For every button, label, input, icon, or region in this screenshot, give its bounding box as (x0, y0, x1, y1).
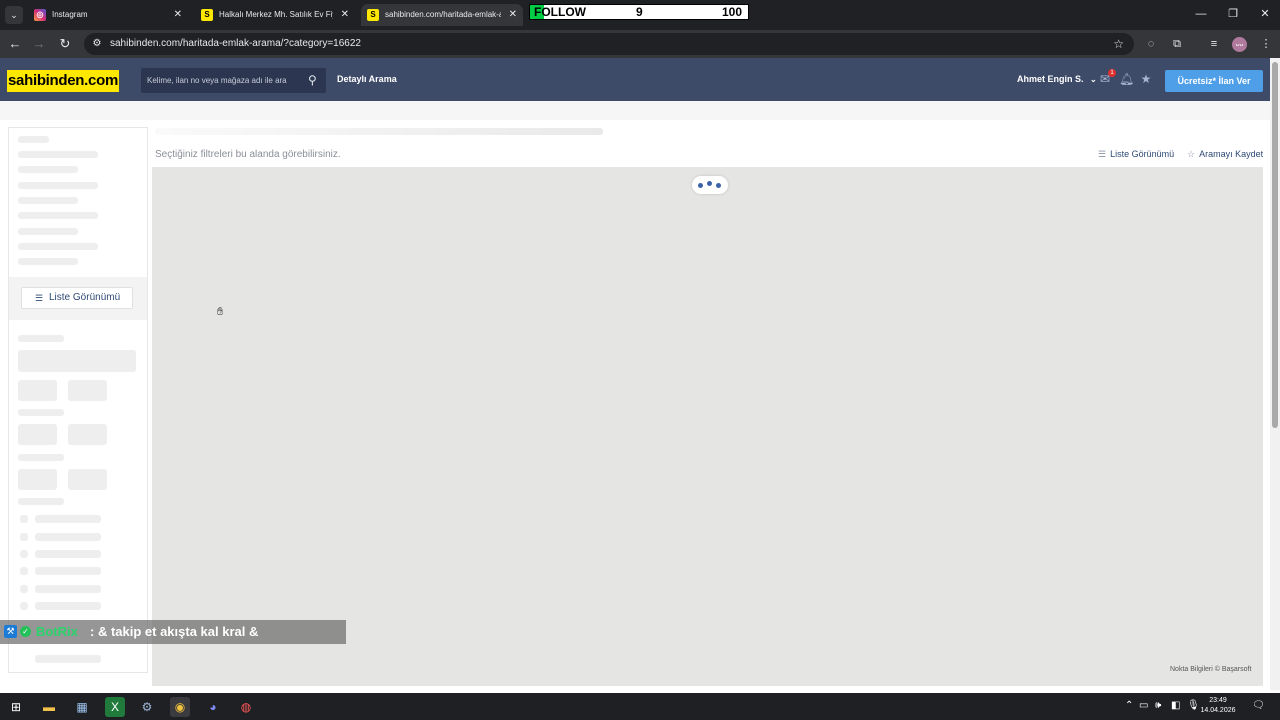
sidebar-list-view-button[interactable]: ☰ Liste Görünümü (21, 287, 133, 309)
tab-title: sahibinden.com/haritada-emlak-ar (385, 10, 501, 19)
file-explorer-icon[interactable]: ▬ (39, 697, 59, 717)
site-logo[interactable]: sahibinden.com (7, 70, 119, 92)
detailed-search-link[interactable]: Detaylı Arama (337, 58, 397, 101)
user-menu[interactable]: Ahmet Engin S. ⌄ (1017, 58, 1097, 101)
steam-icon[interactable]: ⚙ (137, 697, 157, 717)
sahibinden-favicon-icon: S (201, 9, 213, 21)
omnibox[interactable]: ⚙ sahibinden.com/haritada-emlak-arama/?c… (84, 33, 1134, 55)
more-menu-icon[interactable]: ⋮ (1258, 37, 1274, 51)
list-icon: ☰ (1098, 149, 1107, 159)
screen: { "browser": { "tabs": [ {"title": "Inst… (0, 0, 1280, 720)
tab-title: Halkalı Merkez Mh. Satılık Ev Fiyatl (219, 10, 333, 19)
reload-icon[interactable]: ↻ (55, 30, 75, 58)
scrollbar-thumb[interactable] (1272, 62, 1278, 428)
chat-message: : & takip et akışta kal kral & (90, 624, 259, 639)
url-text[interactable]: sahibinden.com/haritada-emlak-arama/?cat… (110, 33, 361, 55)
back-icon[interactable]: ← (5, 30, 25, 58)
address-toolbar: ← → ↻ ⚙ sahibinden.com/haritada-emlak-ar… (0, 30, 1280, 58)
tab-title: Instagram (52, 10, 88, 19)
calculator-icon[interactable]: ▦ (72, 697, 92, 717)
follow-goal-overlay: FOLLOW 9 100 (529, 4, 749, 20)
microphone-icon[interactable]: 🎙︎ (1187, 699, 1200, 713)
map-canvas[interactable] (152, 167, 1263, 686)
close-tab-icon[interactable]: ✕ (341, 4, 349, 26)
site-header: sahibinden.com ⚲ Detaylı Arama Ahmet Eng… (0, 58, 1270, 101)
close-tab-icon[interactable]: ✕ (174, 4, 182, 26)
minimize-icon[interactable]: — (1183, 0, 1219, 28)
star-outline-icon: ☆ (1187, 149, 1196, 159)
windows-taskbar: ⊞ ▬ ▦ X ⚙ ◉ ◕ ◍ ⌃ ▭ 🕪︎ ◧ 🎙︎ 23:49 14.04.… (0, 693, 1280, 720)
reading-list-icon[interactable]: ≡ (1206, 37, 1222, 51)
list-view-link[interactable]: ☰ Liste Görünümü (1098, 148, 1174, 160)
notification-icon[interactable]: 🗨︎ (1252, 699, 1265, 713)
post-ad-button[interactable]: Ücretsiz* İlan Ver (1165, 70, 1263, 92)
follow-label: FOLLOW (534, 5, 586, 19)
bookmark-star-icon[interactable]: ☆ (1113, 33, 1124, 55)
instagram-icon: ◎ (34, 9, 46, 21)
verified-check-icon: ✓ (20, 626, 31, 637)
notifications-bell-icon[interactable]: 🔔︎ (1119, 72, 1134, 86)
sahibinden-favicon-icon: S (367, 9, 379, 21)
browser-tab-strip: ⌄ ◎ Instagram ✕ S Halkalı Merkez Mh. Sat… (0, 0, 1280, 30)
app-icon[interactable]: ◍ (236, 697, 256, 717)
chrome-icon[interactable]: ◉ (170, 697, 190, 717)
tray-display-icon[interactable]: ▭ (1139, 699, 1148, 713)
save-search-label: Aramayı Kaydet (1199, 149, 1264, 159)
hand-cursor-icon: ✋︎ (217, 306, 224, 318)
tray-chevron-icon[interactable]: ⌃ (1125, 699, 1133, 713)
follow-count: 9 (636, 5, 643, 19)
close-tab-icon[interactable]: ✕ (509, 4, 517, 26)
favorites-star-icon[interactable]: ★ (1139, 72, 1153, 86)
filter-hint: Seçtiğiniz filtreleri bu alanda görebili… (155, 149, 341, 160)
taskbar-clock[interactable]: 23:49 14.04.2026 (1200, 696, 1236, 716)
message-count-badge: 1 (1108, 69, 1116, 77)
chat-overlay: ⚒ ✓ BotRix : & takip et akışta kal kral … (0, 620, 346, 644)
site-search: ⚲ (141, 68, 326, 93)
loading-bar (155, 128, 603, 135)
volume-icon[interactable]: 🕪︎ (1155, 699, 1161, 713)
clock-time: 23:49 (1209, 697, 1227, 704)
clock-date: 14.04.2026 (1200, 707, 1236, 714)
sidebar-list-view-label: Liste Görünümü (49, 292, 121, 303)
list-icon: ☰ (35, 293, 44, 303)
forward-icon[interactable]: → (29, 30, 49, 58)
list-view-label: Liste Görünümü (1110, 149, 1175, 159)
map-attribution: Nokta Bilgileri © Başarsoft (1170, 666, 1252, 673)
chat-bot-name: BotRix (36, 624, 78, 639)
tab-search-icon[interactable]: ⌄ (5, 6, 23, 24)
search-icon[interactable]: ⚲ (308, 74, 320, 86)
follow-goal: 100 (722, 5, 743, 19)
profile-avatar[interactable]: ᴗᴗ (1232, 37, 1247, 52)
wrench-icon: ⚒ (4, 625, 17, 638)
restore-icon[interactable]: ❐ (1215, 0, 1251, 28)
site-settings-icon[interactable]: ⚙ (90, 37, 104, 51)
tab-instagram[interactable]: ◎ Instagram ✕ (28, 4, 188, 26)
extension-icon[interactable]: ◌ (1143, 37, 1159, 51)
discord-icon[interactable]: ◕ (203, 697, 223, 717)
save-search-link[interactable]: ☆ Aramayı Kaydet (1187, 148, 1263, 160)
search-input[interactable] (141, 68, 301, 93)
sub-header-band (0, 101, 1270, 120)
user-name: Ahmet Engin S. (1017, 74, 1084, 84)
extensions-puzzle-icon[interactable]: ⧉ (1169, 37, 1185, 51)
tab-sahibinden-map[interactable]: S sahibinden.com/haritada-emlak-ar ✕ (361, 4, 523, 26)
network-icon[interactable]: ◧ (1171, 699, 1180, 713)
windows-start-icon[interactable]: ⊞ (6, 697, 26, 717)
chevron-down-icon: ⌄ (1090, 75, 1097, 84)
excel-icon[interactable]: X (105, 697, 125, 717)
tab-halkali[interactable]: S Halkalı Merkez Mh. Satılık Ev Fiyatl ✕ (195, 4, 355, 26)
loading-spinner (692, 176, 728, 194)
close-window-icon[interactable]: ✕ (1247, 0, 1280, 28)
